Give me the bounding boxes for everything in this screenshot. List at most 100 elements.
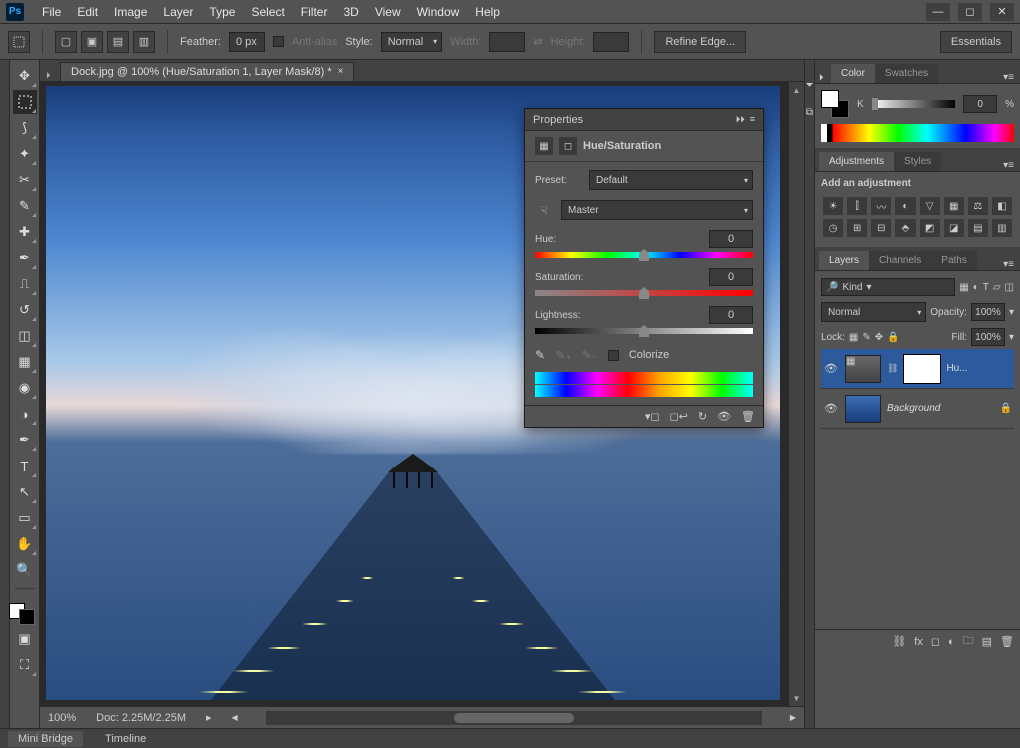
history-icon[interactable]: ⧉: [806, 107, 813, 118]
panel-menu-icon[interactable]: ▾≡: [997, 72, 1020, 83]
blend-mode-dropdown[interactable]: Normal: [821, 302, 926, 322]
selection-subtract-icon[interactable]: ▤: [107, 31, 129, 53]
collapse-icon[interactable]: ⏵⏵ ≡: [736, 114, 755, 125]
menu-view[interactable]: View: [367, 5, 409, 19]
layer-filter[interactable]: 🔎 Kind ▾: [821, 278, 955, 296]
tab-timeline[interactable]: Timeline: [95, 731, 156, 747]
saturation-value[interactable]: 0: [709, 268, 753, 286]
adj-colorlookup-icon[interactable]: ⊟: [871, 219, 891, 237]
fx-icon[interactable]: fx: [914, 636, 923, 648]
menu-window[interactable]: Window: [409, 5, 468, 19]
adj-selective-icon[interactable]: ▥: [992, 219, 1012, 237]
tool-preset-icon[interactable]: [8, 31, 30, 53]
tab-swatches[interactable]: Swatches: [875, 64, 938, 83]
lightness-slider[interactable]: [535, 328, 753, 334]
panel-menu-icon[interactable]: ▾≡: [997, 160, 1020, 171]
k-slider[interactable]: [872, 100, 955, 108]
panel-menu-icon[interactable]: ▾≡: [997, 259, 1020, 270]
info-arrow-icon[interactable]: ▸: [206, 711, 212, 724]
fill-arrow-icon[interactable]: ▾: [1009, 332, 1014, 343]
adj-chanmix-icon[interactable]: ⊞: [847, 219, 867, 237]
adj-colorbalance-icon[interactable]: ⚖: [968, 197, 988, 215]
hue-value[interactable]: 0: [709, 230, 753, 248]
saturation-slider[interactable]: [535, 290, 753, 296]
lock-pixels-icon[interactable]: ✎: [862, 332, 870, 343]
wand-tool[interactable]: ✦: [13, 142, 37, 166]
menu-layer[interactable]: Layer: [155, 5, 201, 19]
visibility-toggle[interactable]: 👁: [823, 402, 839, 415]
visibility-toggle[interactable]: 👁: [823, 362, 839, 375]
reset-icon[interactable]: ↻: [698, 410, 707, 423]
filter-pixel-icon[interactable]: ▦: [959, 282, 968, 293]
toggle-visibility-icon[interactable]: 👁: [717, 410, 731, 423]
scroll-right-icon[interactable]: ▶: [790, 713, 796, 722]
selection-new-icon[interactable]: ▢: [55, 31, 77, 53]
marquee-tool[interactable]: [13, 90, 37, 114]
dodge-tool[interactable]: ◑: [13, 402, 37, 426]
workspace-switcher[interactable]: Essentials: [940, 31, 1012, 53]
tab-minibridge[interactable]: Mini Bridge: [8, 731, 83, 747]
style-dropdown[interactable]: Normal: [381, 32, 442, 52]
colorize-checkbox[interactable]: [608, 350, 619, 361]
adjustment-type-icon[interactable]: ▦: [535, 137, 553, 155]
layer-row[interactable]: 👁 ▦ ⛓ Hu...: [821, 349, 1014, 389]
horizontal-scrollbar[interactable]: [266, 711, 762, 725]
minimize-button[interactable]: —: [926, 3, 950, 21]
adj-photofilter-icon[interactable]: ◷: [823, 219, 843, 237]
crop-tool[interactable]: ✂: [13, 168, 37, 192]
scroll-left-icon[interactable]: ◀: [232, 713, 238, 722]
menu-image[interactable]: Image: [106, 5, 155, 19]
filter-smart-icon[interactable]: ◫: [1005, 282, 1014, 293]
layer-row[interactable]: 👁 Background 🔒: [821, 389, 1014, 429]
filter-type-icon[interactable]: T: [983, 282, 989, 293]
lock-pos-icon[interactable]: ✥: [875, 332, 883, 343]
menu-type[interactable]: Type: [201, 5, 243, 19]
layer-name[interactable]: Background: [887, 403, 940, 414]
hand-icon[interactable]: ☟: [535, 204, 553, 217]
k-value[interactable]: 0: [963, 95, 997, 113]
adj-threshold-icon[interactable]: ◪: [944, 219, 964, 237]
hue-slider[interactable]: [535, 252, 753, 258]
close-tab-icon[interactable]: ×: [338, 66, 344, 78]
close-button[interactable]: ✕: [990, 3, 1014, 21]
tab-styles[interactable]: Styles: [894, 152, 941, 171]
tab-layers[interactable]: Layers: [819, 251, 869, 270]
layer-name[interactable]: Hu...: [946, 363, 967, 374]
feather-input[interactable]: 0 px: [229, 32, 265, 52]
new-layer-icon[interactable]: ▤: [982, 635, 992, 648]
eraser-tool[interactable]: ◫: [13, 324, 37, 348]
mask-mode-icon[interactable]: ◻: [559, 137, 577, 155]
opacity-value[interactable]: 100%: [971, 303, 1005, 321]
mask-icon[interactable]: ◻: [931, 635, 940, 648]
type-tool[interactable]: T: [13, 454, 37, 478]
adj-bw-icon[interactable]: ◧: [992, 197, 1012, 215]
adj-brightness-icon[interactable]: ☀: [823, 197, 843, 215]
previous-icon[interactable]: ◻↩: [669, 410, 687, 423]
fill-value[interactable]: 100%: [971, 328, 1005, 346]
adj-posterize-icon[interactable]: ◩: [920, 219, 940, 237]
blur-tool[interactable]: ◉: [13, 376, 37, 400]
lock-all-icon[interactable]: 🔒: [887, 332, 899, 343]
lasso-tool[interactable]: ⟆: [13, 116, 37, 140]
path-select-tool[interactable]: ↖: [13, 480, 37, 504]
gradient-tool[interactable]: ▦: [13, 350, 37, 374]
filter-adj-icon[interactable]: ◐: [973, 282, 979, 293]
adj-curves-icon[interactable]: 〰: [871, 197, 891, 215]
lock-trans-icon[interactable]: ▦: [849, 332, 858, 343]
link-icon[interactable]: ⛓: [887, 363, 898, 374]
history-brush-tool[interactable]: ↺: [13, 298, 37, 322]
lightness-value[interactable]: 0: [709, 306, 753, 324]
shape-tool[interactable]: ▭: [13, 506, 37, 530]
collapse-icon[interactable]: ⏵: [819, 72, 831, 83]
menu-file[interactable]: File: [34, 5, 69, 19]
collapse-icon[interactable]: ⏵: [46, 70, 60, 81]
color-swatches[interactable]: [13, 595, 37, 625]
collapsed-panel-icon[interactable]: ⏷: [806, 80, 814, 91]
stamp-tool[interactable]: ⎍: [13, 272, 37, 296]
preset-dropdown[interactable]: Default: [589, 170, 753, 190]
delete-adj-icon[interactable]: 🗑: [741, 410, 755, 423]
layer-mask-thumb[interactable]: [904, 355, 940, 383]
adj-exposure-icon[interactable]: ◐: [895, 197, 915, 215]
background-color[interactable]: [19, 609, 35, 625]
eyedropper-tool[interactable]: ✎: [13, 194, 37, 218]
